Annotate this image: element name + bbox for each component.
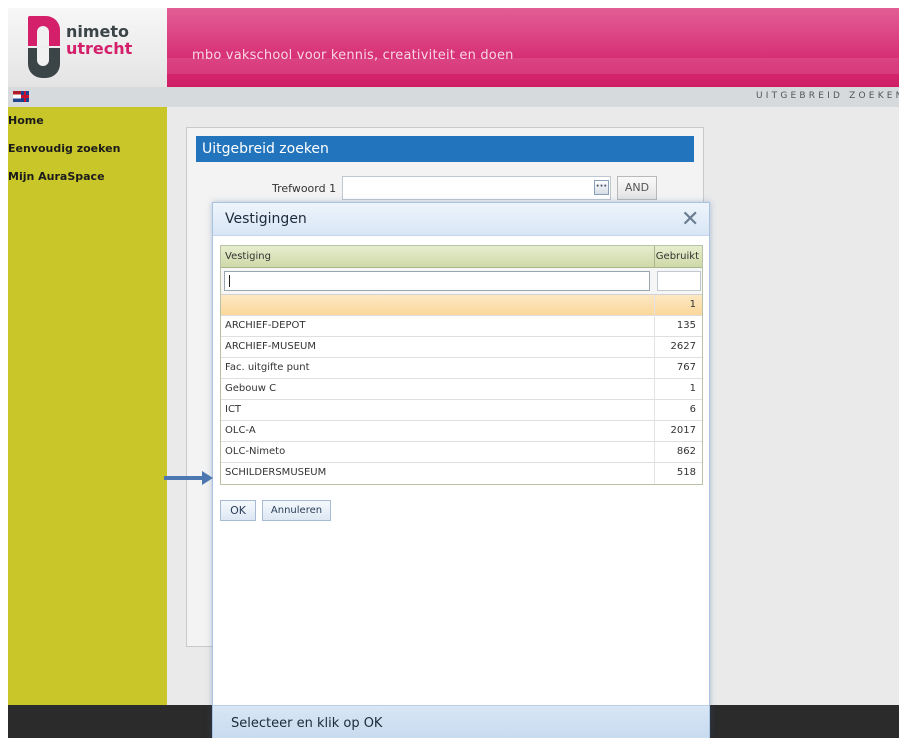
cell-gebruikt: 518	[676, 467, 696, 478]
cell-gebruikt: 1	[689, 299, 696, 310]
table-header: Vestiging Gebruikt	[221, 246, 702, 268]
cell-gebruikt: 1	[689, 383, 696, 394]
breadcrumb: UITGEBREID ZOEKEN	[756, 91, 899, 101]
sidebar-item-home[interactable]: Home	[8, 114, 44, 127]
column-header-gebruikt[interactable]: Gebruikt	[656, 251, 699, 262]
cell-gebruikt: 2017	[670, 425, 696, 436]
filter-row	[221, 268, 702, 295]
table-row[interactable]: OLC-Nimeto 862	[221, 442, 702, 463]
close-icon[interactable]: ✕	[681, 207, 699, 232]
cell-vestiging: OLC-Nimeto	[225, 446, 286, 457]
search-panel-title: Uitgebreid zoeken	[196, 136, 694, 162]
cell-gebruikt: 862	[676, 446, 696, 457]
language-flag-icon[interactable]	[13, 91, 29, 102]
ok-button[interactable]: OK	[220, 500, 256, 521]
cell-gebruikt: 6	[689, 404, 696, 415]
dialog-title: Vestigingen	[225, 211, 307, 227]
vestigingen-table: Vestiging Gebruikt 1 ARCHIEF-DEPOT 135 A…	[220, 245, 703, 485]
cell-gebruikt: 767	[676, 362, 696, 373]
cell-vestiging: ICT	[225, 404, 242, 415]
cell-vestiging: Fac. uitgifte punt	[225, 362, 310, 373]
cell-vestiging: ARCHIEF-MUSEUM	[225, 341, 316, 352]
gebruikt-filter-input[interactable]	[657, 271, 701, 291]
trefwoord-input[interactable]	[342, 176, 611, 200]
more-options-button[interactable]: ···	[594, 180, 609, 195]
sidebar-item-eenvoudig-zoeken[interactable]: Eenvoudig zoeken	[8, 142, 120, 155]
table-row[interactable]: ARCHIEF-DEPOT 135	[221, 316, 702, 337]
dialog-footer-hint: Selecteer en klik op OK	[231, 716, 383, 731]
logo-mark-icon	[28, 16, 60, 78]
table-row[interactable]: OLC-A 2017	[221, 421, 702, 442]
cancel-button[interactable]: Annuleren	[262, 500, 331, 521]
cell-vestiging: OLC-A	[225, 425, 256, 436]
dialog-footer: Selecteer en klik op OK	[213, 705, 709, 738]
cell-vestiging: ARCHIEF-DEPOT	[225, 320, 306, 331]
table-row[interactable]: ARCHIEF-MUSEUM 2627	[221, 337, 702, 358]
table-row[interactable]: SCHILDERSMUSEUM 518	[221, 463, 702, 484]
cell-gebruikt: 2627	[670, 341, 696, 352]
sidebar: Home Eenvoudig zoeken Mijn AuraSpace	[8, 107, 167, 705]
header-stripe	[167, 58, 899, 74]
vestiging-filter-input[interactable]	[224, 271, 650, 291]
header-banner: mbo vakschool voor kennis, creativiteit …	[167, 8, 899, 87]
logo-text-utrecht: utrecht	[66, 39, 133, 58]
sidebar-item-mijn-auraspace[interactable]: Mijn AuraSpace	[8, 170, 105, 183]
operator-and-button[interactable]: AND	[617, 176, 657, 200]
column-header-vestiging[interactable]: Vestiging	[225, 251, 271, 262]
table-row[interactable]: Fac. uitgifte punt 767	[221, 358, 702, 379]
breadcrumb-bar: UITGEBREID ZOEKEN	[8, 87, 899, 107]
top-frame	[0, 0, 899, 8]
arrow-head-icon	[202, 471, 213, 485]
table-row[interactable]: Gebouw C 1	[221, 379, 702, 400]
trefwoord-label: Trefwoord 1	[272, 182, 337, 195]
vestigingen-dialog: Vestigingen ✕ Vestiging Gebruikt 1 ARCHI…	[212, 202, 710, 738]
cell-vestiging: SCHILDERSMUSEUM	[225, 467, 327, 478]
table-row[interactable]: 1	[221, 295, 702, 316]
dialog-header: Vestigingen ✕	[213, 203, 709, 236]
cell-gebruikt: 135	[676, 320, 696, 331]
table-row[interactable]: ICT 6	[221, 400, 702, 421]
logo[interactable]: nimeto utrecht	[8, 8, 167, 87]
cell-vestiging: Gebouw C	[225, 383, 277, 394]
pointer-arrow-icon	[164, 476, 204, 480]
